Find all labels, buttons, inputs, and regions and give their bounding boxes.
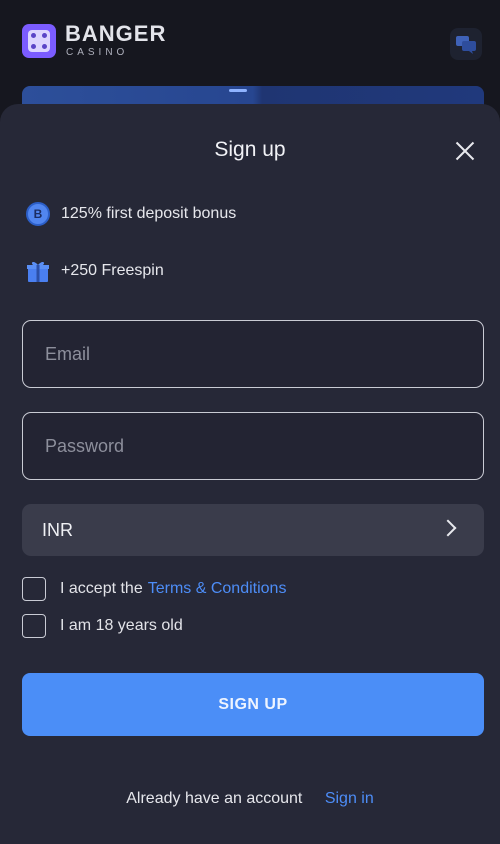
brand-subtitle: CASINO xyxy=(66,47,129,58)
banger-casino-logo[interactable]: BANGER CASINO xyxy=(22,23,166,58)
modal-title: Sign up xyxy=(214,138,286,161)
close-icon[interactable] xyxy=(450,136,480,166)
sign-up-button[interactable]: SIGN UP xyxy=(22,673,484,736)
email-field[interactable]: Email xyxy=(22,320,484,388)
sign-in-link[interactable]: Sign in xyxy=(325,790,374,807)
chevron-right-icon xyxy=(439,519,457,537)
perk-freespin: +250 Freespin xyxy=(26,259,164,283)
password-field[interactable]: Password xyxy=(22,412,484,480)
coin-b-icon: B xyxy=(26,202,50,226)
signin-prompt: Already have an account Sign in xyxy=(0,790,500,808)
signup-modal: Sign up B 125% first deposit bonus +250 … xyxy=(0,104,500,844)
gift-icon xyxy=(27,261,49,282)
terms-checkbox-row: I accept the Terms & Conditions xyxy=(22,577,286,601)
perk-label: 125% first deposit bonus xyxy=(61,205,237,222)
perk-deposit-bonus: B 125% first deposit bonus xyxy=(26,202,236,226)
terms-label: I accept the xyxy=(60,580,143,597)
chat-button[interactable] xyxy=(450,28,482,60)
top-header: BANGER CASINO xyxy=(0,0,500,86)
age-checkbox[interactable] xyxy=(22,614,46,638)
password-placeholder: Password xyxy=(45,435,125,456)
email-placeholder: Email xyxy=(45,343,91,364)
currency-select[interactable]: INR xyxy=(22,504,484,556)
terms-checkbox[interactable] xyxy=(22,577,46,601)
chat-icon xyxy=(456,36,476,54)
age-checkbox-row: I am 18 years old xyxy=(22,614,183,638)
perk-label: +250 Freespin xyxy=(61,262,164,279)
dice-icon xyxy=(22,23,56,58)
currency-value: INR xyxy=(42,519,73,540)
banner-indicator xyxy=(229,89,247,92)
footer-text: Already have an account xyxy=(126,790,303,807)
brand-name: BANGER xyxy=(65,21,167,46)
terms-link[interactable]: Terms & Conditions xyxy=(148,580,287,598)
age-label: I am 18 years old xyxy=(60,617,183,634)
